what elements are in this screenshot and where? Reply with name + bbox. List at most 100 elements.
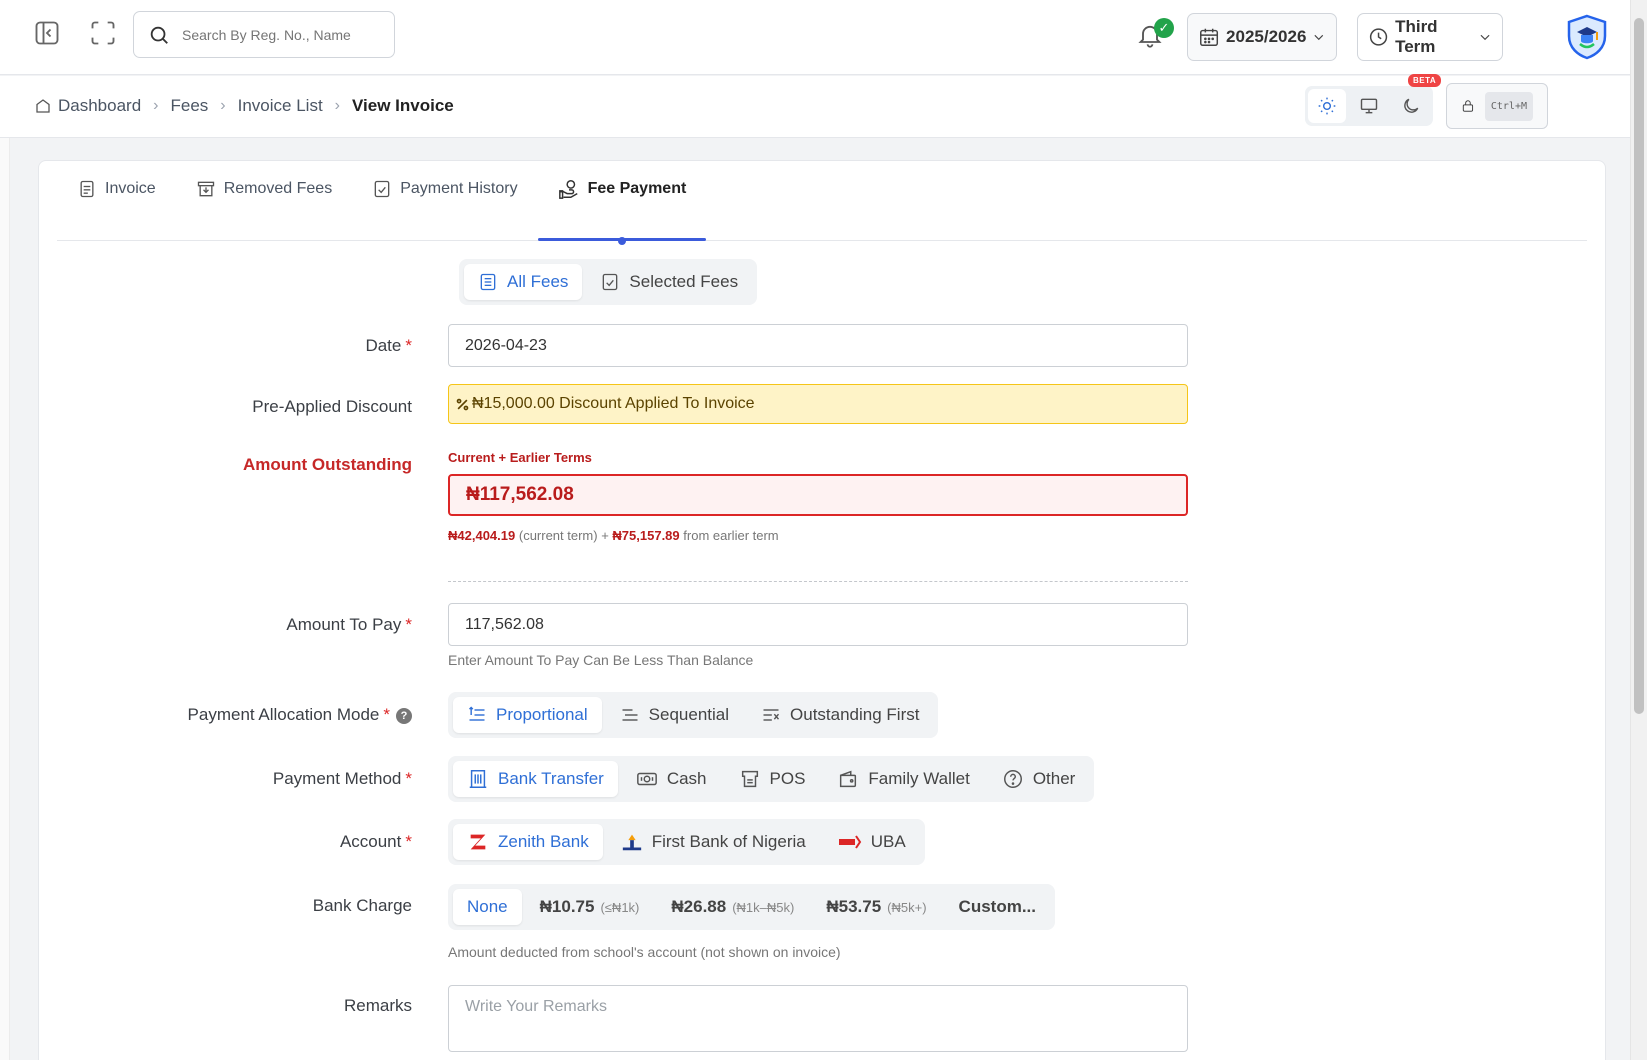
monitor-icon: [1360, 98, 1378, 114]
all-fees-button[interactable]: All Fees: [464, 264, 583, 300]
breadcrumb-invoice-list[interactable]: Invoice List: [238, 96, 323, 116]
tab-removed-fees[interactable]: Removed Fees: [176, 160, 353, 240]
selected-fees-label: Selected Fees: [629, 272, 739, 291]
proportional-icon: [468, 706, 485, 721]
bank-building-icon: [469, 770, 487, 788]
allocation-mode-toggle: Proportional Sequential Outstanding Firs…: [448, 692, 939, 738]
tab-payment-history[interactable]: Payment History: [352, 160, 537, 240]
tab-label: Removed Fees: [223, 180, 333, 197]
allocation-sequential[interactable]: Sequential: [606, 697, 743, 733]
divider: [448, 581, 1188, 582]
term-value: Third Term: [1395, 17, 1438, 56]
allocation-proportional[interactable]: Proportional: [453, 697, 602, 733]
receipt-check-icon: [374, 180, 390, 198]
charge-main: Custom...: [958, 897, 1036, 916]
dark-theme-button[interactable]: [1392, 89, 1430, 123]
lock-screen-button[interactable]: Ctrl+M: [1446, 83, 1548, 129]
fee-scope-toggle: All Fees Selected Fees: [459, 259, 758, 305]
allocation-outstanding-first[interactable]: Outstanding First: [747, 697, 933, 733]
question-circle-icon: [1003, 770, 1022, 788]
breadcrumb-bar: Dashboard › Fees › Invoice List › View I…: [0, 76, 1630, 138]
chevron-right-icon: ›: [153, 97, 159, 114]
search-box[interactable]: [133, 11, 395, 58]
tab-label: Payment History: [400, 180, 518, 197]
tab-fee-payment[interactable]: Fee Payment: [537, 160, 707, 245]
notifications-button[interactable]: ✓: [1136, 18, 1174, 54]
session-select[interactable]: 2025/2026: [1187, 13, 1337, 61]
sidebar-edge: [0, 138, 10, 1060]
method-label: Payment Method *: [272, 769, 412, 788]
allocation-label: Payment Allocation Mode *?: [188, 705, 412, 725]
charge-none[interactable]: None: [453, 889, 522, 925]
breadcrumb: Dashboard › Fees › Invoice List › View I…: [34, 96, 454, 116]
search-input[interactable]: [182, 26, 362, 43]
charge-26-88[interactable]: ₦26.88 (₦1k–₦5k): [657, 889, 808, 925]
help-icon[interactable]: ?: [396, 707, 412, 724]
light-theme-button[interactable]: [1308, 89, 1346, 123]
method-family-wallet[interactable]: Family Wallet: [823, 761, 983, 797]
scrollbar[interactable]: [1630, 0, 1647, 1060]
payment-method-toggle: Bank Transfer Cash POS Family Wallet Oth…: [448, 756, 1095, 802]
uba-logo-icon: [838, 835, 861, 849]
method-label: Cash: [666, 769, 707, 788]
bank-charge-toggle: None ₦10.75 (≤₦1k) ₦26.88 (₦1k–₦5k) ₦53.…: [448, 884, 1055, 930]
system-theme-button[interactable]: [1350, 89, 1388, 123]
tab-label: Invoice: [105, 180, 156, 197]
lock-shortcut: Ctrl+M: [1484, 91, 1533, 121]
date-field[interactable]: 2026-04-23: [448, 324, 1188, 367]
remarks-label: Remarks: [343, 996, 412, 1015]
term-select[interactable]: Third Term: [1357, 13, 1503, 61]
home-icon: [36, 99, 50, 113]
breadcrumb-dashboard[interactable]: Dashboard: [58, 96, 141, 116]
account-label: First Bank of Nigeria: [651, 832, 806, 851]
method-pos[interactable]: POS: [725, 761, 820, 797]
selected-fees-button[interactable]: Selected Fees: [586, 264, 752, 300]
list-clear-icon: [763, 709, 780, 721]
method-label: Other: [1032, 769, 1076, 788]
sequential-icon: [622, 709, 638, 721]
amount-to-pay-input[interactable]: 117,562.08: [448, 603, 1188, 646]
outstanding-caption: Current + Earlier Terms: [448, 450, 592, 465]
beta-badge: BETA: [1408, 74, 1442, 87]
account-uba[interactable]: UBA: [824, 824, 920, 860]
tab-invoice[interactable]: Invoice: [57, 160, 176, 240]
method-label: Bank Transfer: [498, 769, 604, 788]
charge-range: (₦5k+): [887, 899, 927, 915]
charge-range: (₦1k–₦5k): [732, 899, 795, 915]
charge-custom[interactable]: Custom...: [945, 889, 1050, 925]
percent-icon: [456, 398, 469, 410]
outstanding-earlier: ₦75,157.89: [612, 528, 680, 543]
breadcrumb-view-invoice: View Invoice: [352, 96, 454, 115]
remarks-textarea[interactable]: Write Your Remarks: [448, 985, 1188, 1052]
account-label: UBA: [870, 832, 906, 851]
list-icon: [480, 273, 496, 291]
chevron-down-icon: [1480, 34, 1490, 41]
scrollbar-thumb[interactable]: [1634, 18, 1644, 714]
method-cash[interactable]: Cash: [622, 761, 721, 797]
method-other[interactable]: Other: [988, 761, 1090, 797]
bank-charge-help: Amount deducted from school's account (n…: [448, 944, 841, 960]
chevron-down-icon: [1314, 34, 1324, 41]
current-term-text: (current term) +: [518, 528, 609, 543]
charge-main: None: [467, 897, 508, 916]
breadcrumb-fees[interactable]: Fees: [171, 96, 209, 116]
charge-10-75[interactable]: ₦10.75 (≤₦1k): [526, 889, 654, 925]
account-first-bank[interactable]: First Bank of Nigeria: [607, 824, 820, 860]
sun-icon: [1318, 97, 1336, 115]
theme-switcher: [1305, 86, 1433, 126]
charge-main: ₦53.75: [826, 897, 882, 916]
account-toggle: Zenith Bank First Bank of Nigeria UBA: [448, 819, 925, 865]
method-bank-transfer[interactable]: Bank Transfer: [453, 761, 618, 797]
discount-value: ₦15,000.00 Discount Applied To Invoice: [472, 395, 755, 412]
method-label: POS: [769, 769, 806, 788]
fullscreen-icon[interactable]: [86, 16, 120, 50]
clock-icon: [1369, 28, 1388, 46]
first-bank-logo-icon: [622, 834, 641, 851]
collapse-sidebar-icon[interactable]: [30, 16, 64, 50]
chevron-right-icon: ›: [220, 97, 226, 114]
school-logo-icon[interactable]: [1566, 14, 1608, 60]
outstanding-breakdown: ₦42,404.19 (current term) + ₦75,157.89 f…: [448, 528, 779, 543]
outstanding-field: ₦117,562.08: [448, 474, 1188, 516]
account-zenith-bank[interactable]: Zenith Bank: [453, 824, 603, 860]
charge-53-75[interactable]: ₦53.75 (₦5k+): [812, 889, 940, 925]
